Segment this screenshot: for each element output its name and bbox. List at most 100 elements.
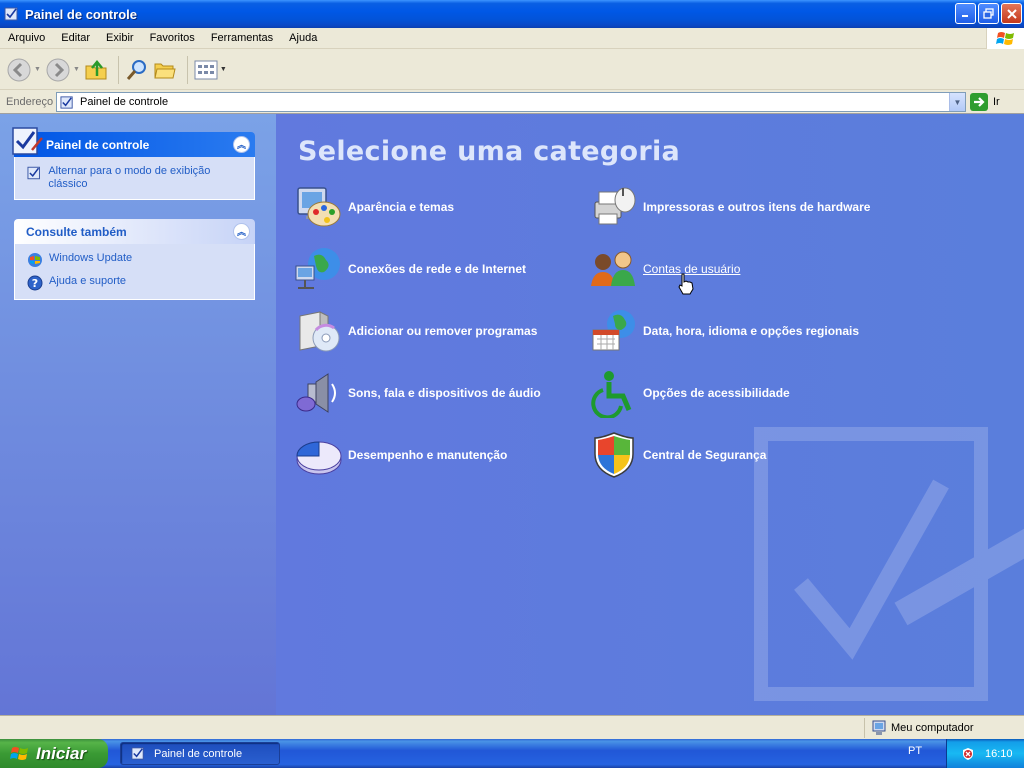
network-globe-icon	[295, 248, 340, 289]
toolbar: ▼ ▼ ▼	[0, 50, 1024, 90]
folders-button[interactable]	[153, 54, 177, 86]
menu-arquivo[interactable]: Arquivo	[0, 32, 53, 44]
category-label: Adicionar ou remover programas	[348, 324, 538, 338]
address-field[interactable]: Painel de controle ▼	[56, 92, 966, 112]
category-accessibility[interactable]: Opções de acessibilidade	[589, 368, 790, 418]
see-also-taskbox-header[interactable]: Consulte também ︽	[14, 219, 255, 244]
category-sounds[interactable]: Sons, fala e dispositivos de áudio	[294, 368, 541, 418]
menu-ajuda[interactable]: Ajuda	[281, 32, 325, 44]
pie-chart-icon	[296, 441, 342, 475]
control-panel-taskbox: Painel de controle ︽ Alternar para o mod…	[12, 127, 255, 200]
switch-classic-view-label: Alternar para o modo de exibição clássic…	[48, 165, 211, 190]
windows-update-icon	[28, 253, 42, 267]
go-arrow-icon	[970, 93, 988, 111]
category-security-center[interactable]: Central de Segurança	[589, 430, 766, 480]
system-tray: 16:10	[946, 739, 1024, 768]
hand-cursor-icon	[678, 273, 694, 295]
shield-icon	[594, 432, 634, 478]
start-button[interactable]: Iniciar	[0, 739, 108, 768]
windows-logo-icon	[995, 31, 1014, 45]
address-dropdown-button[interactable]: ▼	[949, 93, 965, 111]
control-panel-icon	[60, 95, 73, 109]
help-support-label: Ajuda e suporte	[49, 275, 127, 287]
menu-exibir[interactable]: Exibir	[98, 32, 142, 44]
collapse-button[interactable]: ︽	[233, 136, 250, 153]
taskbox-title: Painel de controle	[46, 137, 150, 152]
category-add-remove-programs[interactable]: Adicionar ou remover programas	[294, 306, 537, 356]
forward-button[interactable]: ▼	[45, 54, 80, 86]
page-title: Selecione uma categoria	[298, 136, 681, 167]
see-also-taskbox-body: Windows Update ? Ajuda e suporte	[14, 244, 255, 300]
category-label: Desempenho e manutenção	[348, 448, 508, 462]
back-arrow-icon	[7, 58, 31, 81]
category-label: Sons, fala e dispositivos de áudio	[348, 386, 541, 400]
up-folder-icon	[85, 59, 107, 79]
category-network[interactable]: Conexões de rede e de Internet	[294, 244, 526, 294]
close-button[interactable]	[1001, 3, 1022, 24]
close-icon	[1006, 8, 1017, 19]
control-panel-icon	[4, 7, 18, 21]
speaker-icon	[296, 373, 336, 413]
taskbar-window-label: Painel de controle	[154, 747, 243, 760]
content-area: Painel de controle ︽ Alternar para o mod…	[0, 113, 1024, 715]
language-indicator[interactable]: PT	[908, 745, 922, 757]
task-pane: Painel de controle ︽ Alternar para o mod…	[0, 114, 276, 715]
taskbar-window-button[interactable]: Painel de controle	[120, 742, 280, 765]
views-icon	[194, 60, 218, 79]
category-view: Selecione uma categoria Aparência e tema…	[276, 114, 1024, 715]
minimize-icon	[962, 15, 968, 17]
clock[interactable]: 16:10	[985, 748, 1013, 760]
menu-bar: Arquivo Editar Exibir Favoritos Ferramen…	[0, 28, 1024, 49]
security-alert-icon[interactable]	[961, 747, 975, 761]
category-printers[interactable]: Impressoras e outros itens de hardware	[589, 182, 870, 232]
collapse-button[interactable]: ︽	[233, 223, 250, 240]
windows-flag-logo	[986, 28, 1024, 49]
control-panel-watermark-icon	[754, 427, 1024, 701]
back-button[interactable]: ▼	[6, 54, 41, 86]
category-appearance[interactable]: Aparência e temas	[294, 182, 454, 232]
chevron-down-icon: ▼	[953, 97, 962, 107]
taskbox-title: Consulte também	[26, 224, 127, 239]
svg-text:?: ?	[32, 277, 38, 290]
palette-icon	[297, 187, 341, 227]
search-button[interactable]	[125, 54, 149, 86]
windows-update-link[interactable]: Windows Update	[27, 252, 244, 268]
menu-favoritos[interactable]: Favoritos	[142, 32, 203, 44]
views-button[interactable]: ▼	[194, 54, 227, 86]
search-icon	[126, 59, 146, 80]
category-performance[interactable]: Desempenho e manutenção	[294, 430, 507, 480]
window-title: Painel de controle	[25, 6, 137, 22]
control-panel-icon	[12, 127, 43, 155]
control-panel-taskbox-header[interactable]: Painel de controle ︽	[12, 127, 255, 157]
up-folder-button[interactable]	[84, 54, 108, 86]
restore-button[interactable]	[978, 3, 999, 24]
accessibility-icon	[591, 371, 632, 418]
category-date-time-regional[interactable]: Data, hora, idioma e opções regionais	[589, 306, 859, 356]
help-support-link[interactable]: ? Ajuda e suporte	[27, 275, 244, 291]
title-bar[interactable]: Painel de controle	[0, 0, 1024, 28]
go-label: Ir	[993, 96, 1000, 108]
menu-ferramentas[interactable]: Ferramentas	[203, 32, 281, 44]
address-bar: Endereço Painel de controle ▼ Ir	[0, 91, 1024, 113]
control-panel-icon	[27, 166, 40, 180]
category-label: Conexões de rede e de Internet	[348, 262, 527, 276]
category-label: Central de Segurança	[643, 448, 767, 462]
go-button[interactable]: Ir	[970, 92, 1020, 112]
windows-logo-icon	[10, 746, 28, 760]
category-label: Aparência e temas	[348, 200, 455, 214]
category-user-accounts[interactable]: Contas de usuário	[589, 244, 740, 294]
taskbar: Iniciar Painel de controle PT 16:10	[0, 739, 1024, 768]
start-label: Iniciar	[36, 743, 87, 763]
status-zone-label: Meu computador	[891, 722, 974, 734]
computer-icon	[872, 720, 886, 735]
control-panel-icon	[131, 747, 144, 760]
folders-icon	[154, 63, 176, 78]
switch-classic-view-link[interactable]: Alternar para o modo de exibição clássic…	[27, 165, 244, 191]
chevron-up-icon: ︽	[236, 227, 246, 237]
printer-icon	[594, 187, 636, 225]
windows-update-label: Windows Update	[49, 252, 133, 264]
minimize-button[interactable]	[955, 3, 976, 24]
menu-editar[interactable]: Editar	[53, 32, 98, 44]
restore-icon	[983, 8, 994, 19]
forward-arrow-icon	[46, 58, 70, 81]
